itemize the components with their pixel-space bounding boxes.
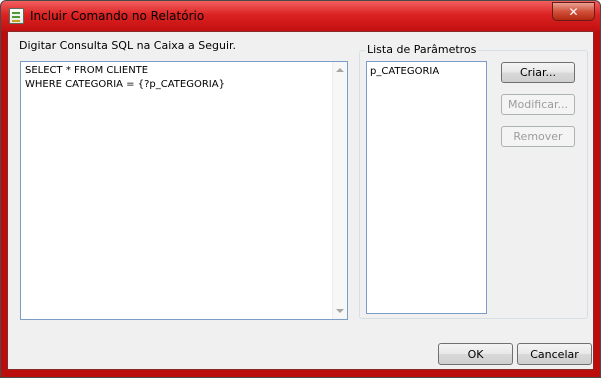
window-title: Incluir Comando no Relatório [30,9,205,23]
ok-button[interactable]: OK [438,343,513,365]
cancel-button[interactable]: Cancelar [517,343,592,365]
sql-scrollbar[interactable] [332,62,347,319]
modify-parameter-button[interactable]: Modificar... [501,94,575,115]
scroll-up-arrow-icon[interactable] [336,68,344,72]
scroll-down-arrow-icon[interactable] [336,309,344,313]
remove-parameter-button[interactable]: Remover [501,126,575,147]
close-button[interactable]: ✕ [552,2,595,21]
dialog-body: Digitar Consulta SQL na Caixa a Seguir. … [7,31,594,370]
create-parameter-button[interactable]: Criar... [501,62,575,83]
sql-text-content[interactable]: SELECT * FROM CLIENTE WHERE CATEGORIA = … [25,64,225,92]
list-item[interactable]: p_CATEGORIA [370,66,439,77]
crystal-reports-icon [9,8,24,24]
sql-label: Digitar Consulta SQL na Caixa a Seguir. [19,39,237,52]
close-icon: ✕ [568,4,579,19]
parameters-list[interactable]: p_CATEGORIA [366,61,487,314]
sql-textarea[interactable]: SELECT * FROM CLIENTE WHERE CATEGORIA = … [20,61,348,320]
parameters-group-label: Lista de Parâmetros [365,43,479,56]
dialog-window: Incluir Comando no Relatório ✕ Digitar C… [0,0,601,378]
title-bar[interactable]: Incluir Comando no Relatório ✕ [1,1,600,31]
